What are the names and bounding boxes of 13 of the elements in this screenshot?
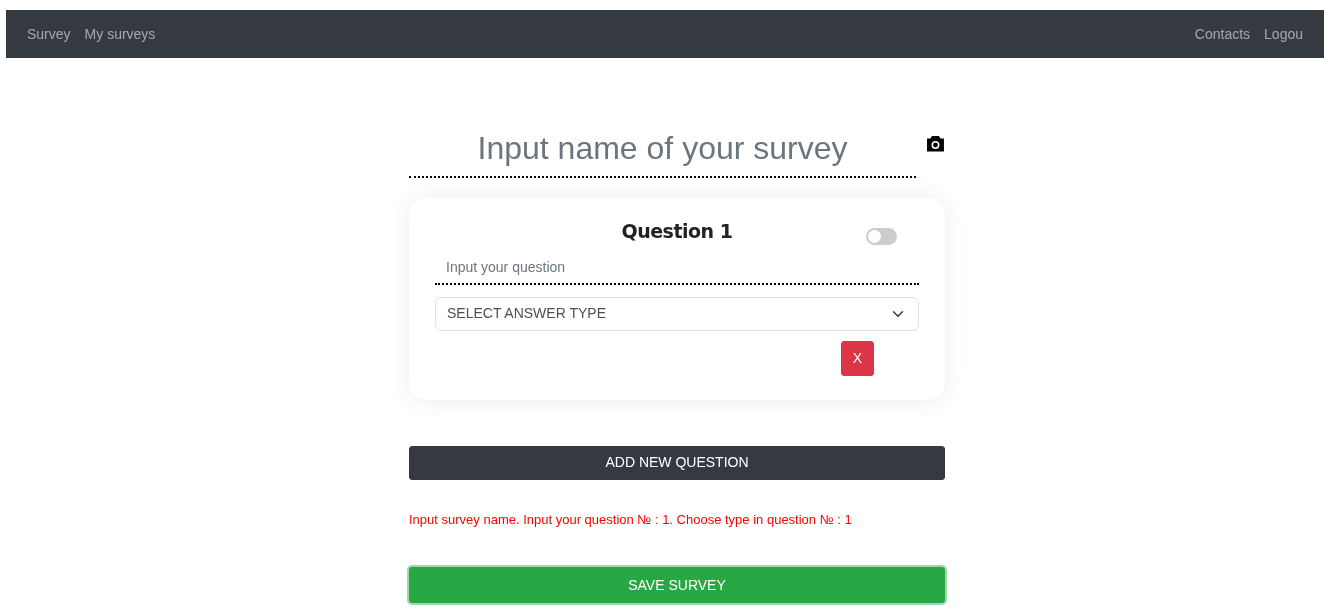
delete-question-button[interactable]: X <box>840 340 874 376</box>
nav-link[interactable]: Contacts <box>1194 26 1251 42</box>
question-title: Question 1 <box>621 220 733 243</box>
nav-link[interactable]: Logou <box>1264 26 1303 42</box>
survey-name-field[interactable]: Input name of your survey <box>409 124 917 178</box>
save-survey-button[interactable]: SAVE SURVEY <box>409 567 945 604</box>
error-message: Input survey name. Input your question № : 1. Choose type in question № : 1 <box>409 510 853 529</box>
answer-type-select[interactable]: SELECT ANSWER TYPE <box>435 296 919 331</box>
toggle-switch[interactable] <box>866 228 897 245</box>
camera-icon[interactable] <box>926 134 945 152</box>
nav-link[interactable]: My surveys <box>84 26 156 42</box>
nav-link[interactable]: Survey <box>27 26 71 42</box>
add-question-button[interactable]: ADD NEW QUESTION <box>409 445 945 480</box>
